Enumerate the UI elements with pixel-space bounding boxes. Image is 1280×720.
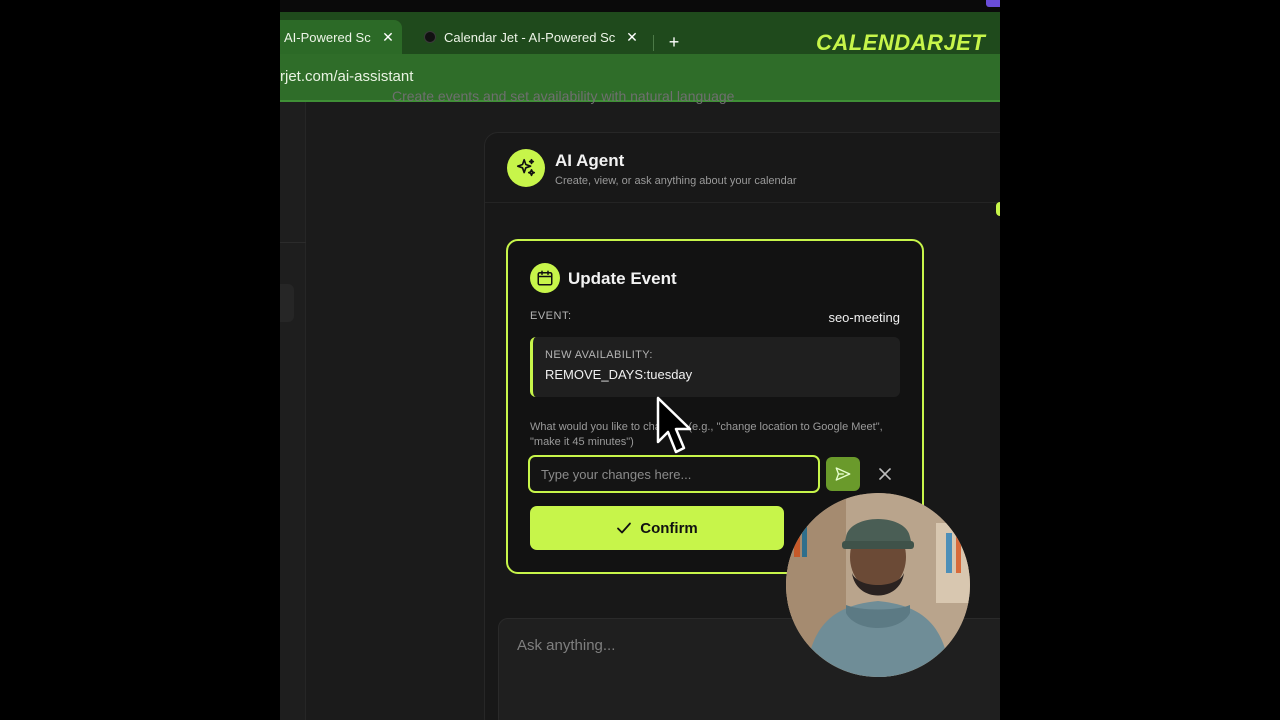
os-top-strip (280, 0, 1000, 12)
check-icon (617, 522, 632, 534)
page-subtitle: Create events and set availability with … (392, 88, 735, 104)
agent-title: AI Agent (555, 151, 625, 170)
corner-badge (986, 0, 1000, 7)
tab-close-icon[interactable]: ✕ (380, 29, 396, 45)
change-help-text: What would you like to change? (e.g., "c… (530, 421, 883, 448)
card-title: Update Event (568, 269, 677, 288)
webcam-overlay (786, 493, 970, 677)
screen: AI-Powered Sc ✕ Calendar Jet - AI-Powere… (280, 0, 1000, 720)
agent-header: AI Agent Create, view, or ask anything a… (485, 133, 1000, 203)
url-text[interactable]: rjet.com/ai-assistant (280, 68, 413, 85)
event-value: seo-meeting (828, 310, 900, 325)
tab-close-icon[interactable]: ✕ (624, 29, 640, 45)
agent-subtitle: Create, view, or ask anything about your… (555, 175, 797, 187)
sidebar-divider (280, 242, 306, 243)
sparkles-icon (507, 149, 545, 187)
sidebar-item[interactable] (280, 284, 294, 322)
availability-box: NEW AVAILABILITY: REMOVE_DAYS:tuesday (530, 337, 900, 397)
logo-wordmark: CALENDARJET (816, 30, 986, 55)
tab-separator (653, 35, 654, 51)
new-tab-button[interactable]: + (664, 32, 684, 52)
availability-value: REMOVE_DAYS:tuesday (545, 367, 693, 382)
event-label: EVENT: (530, 310, 572, 322)
availability-label: NEW AVAILABILITY: (545, 349, 653, 361)
confirm-button[interactable]: Confirm (530, 506, 784, 550)
close-icon (879, 468, 891, 480)
tab-calendar-jet[interactable]: Calendar Jet - AI-Powered Sc ✕ (416, 20, 646, 54)
browser-tab-bar: AI-Powered Sc ✕ Calendar Jet - AI-Powere… (280, 12, 1000, 55)
scroll-indicator (996, 202, 1000, 216)
calendar-icon (530, 263, 560, 293)
chat-input-placeholder[interactable]: Ask anything... (517, 637, 615, 654)
tab-title: Calendar Jet - AI-Powered Sc (444, 29, 616, 45)
send-button[interactable] (826, 457, 860, 491)
close-button[interactable] (872, 461, 898, 487)
tab-title: AI-Powered Sc (284, 29, 371, 45)
confirm-label: Confirm (640, 519, 698, 537)
tab-ai-powered[interactable]: AI-Powered Sc ✕ (280, 20, 402, 54)
favicon-icon (424, 31, 436, 43)
send-icon (835, 467, 851, 481)
changes-input[interactable] (528, 455, 820, 493)
sidebar (280, 102, 306, 720)
mouse-pointer-icon (656, 396, 696, 454)
